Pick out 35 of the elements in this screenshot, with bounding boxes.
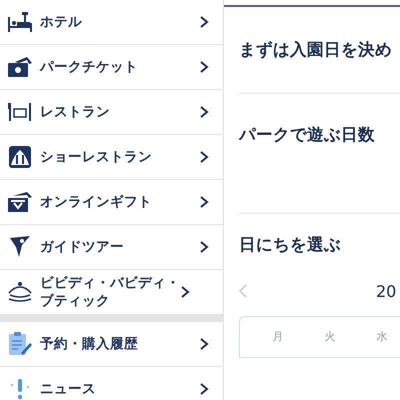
clipboard-icon	[7, 331, 33, 357]
menu-label: オンラインギフト	[40, 193, 153, 211]
chevron-right-icon	[180, 285, 190, 299]
section-heading: まずは入園日を決め	[239, 39, 392, 61]
chevron-right-icon	[199, 105, 209, 119]
menu-label: パークチケット	[40, 58, 139, 76]
chevron-right-icon	[199, 150, 209, 164]
chevron-right-icon	[199, 382, 209, 396]
menu-label: ニュース	[40, 380, 97, 398]
ticket-icon	[7, 56, 33, 78]
exclamation-icon	[8, 377, 32, 400]
chevron-right-icon	[199, 60, 209, 74]
chevron-right-icon	[199, 195, 209, 209]
menu-label: ガイドツアー	[40, 238, 125, 256]
chevron-left-icon[interactable]	[238, 283, 248, 299]
section-heading: 日にちを選ぶ	[239, 234, 341, 256]
flag-icon	[8, 235, 32, 259]
chevron-right-icon	[199, 15, 209, 29]
weekday-label: 水	[376, 329, 388, 345]
gift-icon	[7, 191, 33, 213]
section-heading: パークで遊ぶ日数	[239, 124, 376, 146]
weekday-label: 月	[272, 329, 284, 345]
menu-label: ビビディ・バビディ・ブティック	[40, 274, 180, 310]
month-label: 20	[376, 282, 396, 300]
chevron-right-icon	[199, 337, 209, 351]
tent-icon	[8, 145, 32, 169]
menu-label: レストラン	[40, 103, 111, 121]
menu-label: ショーレストラン	[40, 148, 153, 166]
dining-icon	[7, 101, 33, 123]
weekday-label: 火	[324, 329, 336, 345]
menu-label: 予約・購入履歴	[40, 335, 139, 353]
bed-icon	[7, 11, 33, 33]
chevron-right-icon	[199, 240, 209, 254]
menu-label: ホテル	[40, 13, 83, 31]
tiara-icon	[6, 281, 34, 303]
